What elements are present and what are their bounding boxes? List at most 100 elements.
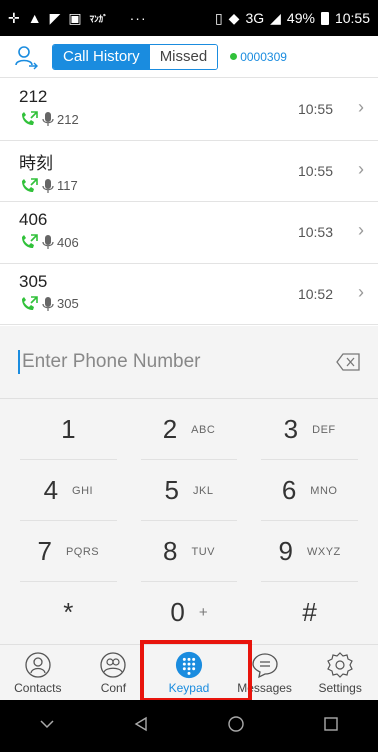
online-status-icon xyxy=(230,53,238,60)
nav-app-icon: ◤ xyxy=(49,9,61,26)
key-digit: 7 xyxy=(37,536,52,566)
tab-contacts[interactable]: Contacts xyxy=(0,645,76,700)
dial-key-star[interactable]: * xyxy=(8,582,129,643)
bottom-tab-bar: Contacts Conf Keypad Messages Settings xyxy=(0,644,378,700)
account-number: 0000309 xyxy=(240,49,287,64)
tab-label: Settings xyxy=(318,681,362,695)
list-item[interactable]: 時刻 117 10:55 › xyxy=(0,141,378,202)
contacts-icon xyxy=(24,651,52,679)
call-number: 117 xyxy=(57,178,78,193)
mic-icon xyxy=(42,296,54,311)
key-letters: DEF xyxy=(312,423,336,436)
outgoing-call-icon xyxy=(22,295,38,310)
phone-number-field[interactable]: Enter Phone Number xyxy=(0,326,378,399)
keypad-icon xyxy=(175,651,203,679)
vibrate-icon: ▯ xyxy=(214,9,223,26)
tab-messages[interactable]: Messages xyxy=(227,645,303,700)
dial-key-9[interactable]: 9 WXYZ xyxy=(249,521,370,582)
chevron-right-icon[interactable]: › xyxy=(358,97,364,118)
conference-icon xyxy=(99,651,127,679)
dial-key-8[interactable]: 8 TUV xyxy=(129,521,250,582)
back-icon[interactable] xyxy=(133,716,149,737)
app-header: Call History Missed 0000309 xyxy=(0,36,378,78)
key-digit: 5 xyxy=(164,475,179,505)
key-letters: JKL xyxy=(192,484,214,497)
clock: 10:55 xyxy=(334,10,370,26)
key-digit: 1 xyxy=(61,414,76,444)
mic-icon xyxy=(42,235,54,249)
history-filter: Call History Missed xyxy=(52,43,219,70)
key-digit: 2 xyxy=(162,414,178,444)
key-digit: * xyxy=(63,597,74,627)
call-time: 10:53 xyxy=(297,224,333,240)
chevron-right-icon[interactable]: › xyxy=(358,220,364,241)
status-bar: ✛ ▲ ◤ ▣ ﾏﾝｶﾞ ··· ▯ ◆ 3G ◢ 49% 10:55 xyxy=(0,0,378,36)
key-letters: ABC xyxy=(191,423,216,436)
call-time: 10:55 xyxy=(297,101,333,117)
call-time: 10:55 xyxy=(297,162,333,179)
key-letters: GHI xyxy=(72,484,94,497)
backspace-icon[interactable] xyxy=(336,353,360,371)
app-badge-icon: ﾏﾝｶﾞ xyxy=(89,13,108,24)
key-digit: 9 xyxy=(278,536,293,566)
warning-icon: ▲ xyxy=(27,10,42,26)
call-number: 406 xyxy=(57,234,79,250)
dial-keys: 1 2 ABC 3 DEF 4 GHI 5 JKL 6 MNO 7 PQRS 8 TUV 9 W… xyxy=(0,399,378,643)
tab-call-history[interactable]: Call History xyxy=(53,44,150,69)
dial-key-2[interactable]: 2 ABC xyxy=(129,399,250,460)
call-number: 212 xyxy=(57,111,79,127)
account-status[interactable]: 0000309 xyxy=(230,50,287,64)
call-number: 305 xyxy=(57,296,79,311)
chevron-right-icon[interactable]: › xyxy=(358,282,364,303)
dial-key-4[interactable]: 4 GHI xyxy=(8,460,129,521)
person-transfer-icon xyxy=(15,45,38,69)
battery-icon xyxy=(320,11,329,25)
key-digit: 4 xyxy=(43,475,59,505)
more-notifications: ··· xyxy=(129,10,147,26)
signal-app-icon: ✛ xyxy=(8,9,20,26)
key-letters: + xyxy=(198,604,208,621)
dial-key-0[interactable]: 0 + xyxy=(129,582,250,643)
key-digit: 0 xyxy=(170,597,185,627)
home-icon[interactable] xyxy=(227,715,245,738)
mic-icon xyxy=(42,178,54,193)
key-letters: WXYZ xyxy=(307,545,341,558)
list-item[interactable]: 212 212 10:55 › xyxy=(0,79,378,141)
dialer-panel: Enter Phone Number 1 2 ABC 3 DEF 4 GHI 5 JKL… xyxy=(0,326,378,644)
battery-percent: 49% xyxy=(286,10,315,26)
call-details: 117 xyxy=(19,177,378,194)
network-type: 3G xyxy=(245,10,265,26)
chevron-down-icon[interactable] xyxy=(39,717,55,735)
tab-conf[interactable]: Conf xyxy=(76,645,152,700)
dial-key-6[interactable]: 6 MNO xyxy=(249,460,370,521)
tab-label: Messages xyxy=(237,681,292,695)
list-item[interactable]: 305 305 10:52 › xyxy=(0,264,378,325)
tab-settings[interactable]: Settings xyxy=(302,645,378,700)
call-time: 10:52 xyxy=(297,285,333,302)
wifi-icon: ◆ xyxy=(228,9,240,26)
outgoing-call-icon xyxy=(22,177,38,192)
chevron-right-icon[interactable]: › xyxy=(358,159,364,180)
transfer-contact-button[interactable] xyxy=(0,44,52,70)
tab-keypad[interactable]: Keypad xyxy=(151,645,227,700)
recents-icon[interactable] xyxy=(323,716,339,737)
outgoing-call-icon xyxy=(22,111,38,125)
text-cursor xyxy=(18,350,20,374)
tab-missed[interactable]: Missed xyxy=(149,44,218,69)
list-item[interactable]: 406 406 10:53 › xyxy=(0,202,378,264)
system-nav-bar xyxy=(0,700,378,752)
dial-key-hash[interactable]: # xyxy=(249,582,370,643)
tab-label: Contacts xyxy=(14,681,62,695)
dial-key-5[interactable]: 5 JKL xyxy=(129,460,250,521)
mic-icon xyxy=(42,112,54,126)
key-digit: 6 xyxy=(281,475,297,505)
tab-label: Keypad xyxy=(168,681,210,695)
call-history-list: 212 212 10:55 › 時刻 117 10:55 › 406 406 1… xyxy=(0,79,378,325)
dial-key-3[interactable]: 3 DEF xyxy=(249,399,370,460)
signal-icon: ◢ xyxy=(270,9,281,26)
dial-key-7[interactable]: 7 PQRS xyxy=(8,521,129,582)
key-digit: 8 xyxy=(163,536,178,566)
key-letters: TUV xyxy=(191,545,215,558)
key-letters: PQRS xyxy=(65,545,100,558)
dial-key-1[interactable]: 1 xyxy=(8,399,129,460)
